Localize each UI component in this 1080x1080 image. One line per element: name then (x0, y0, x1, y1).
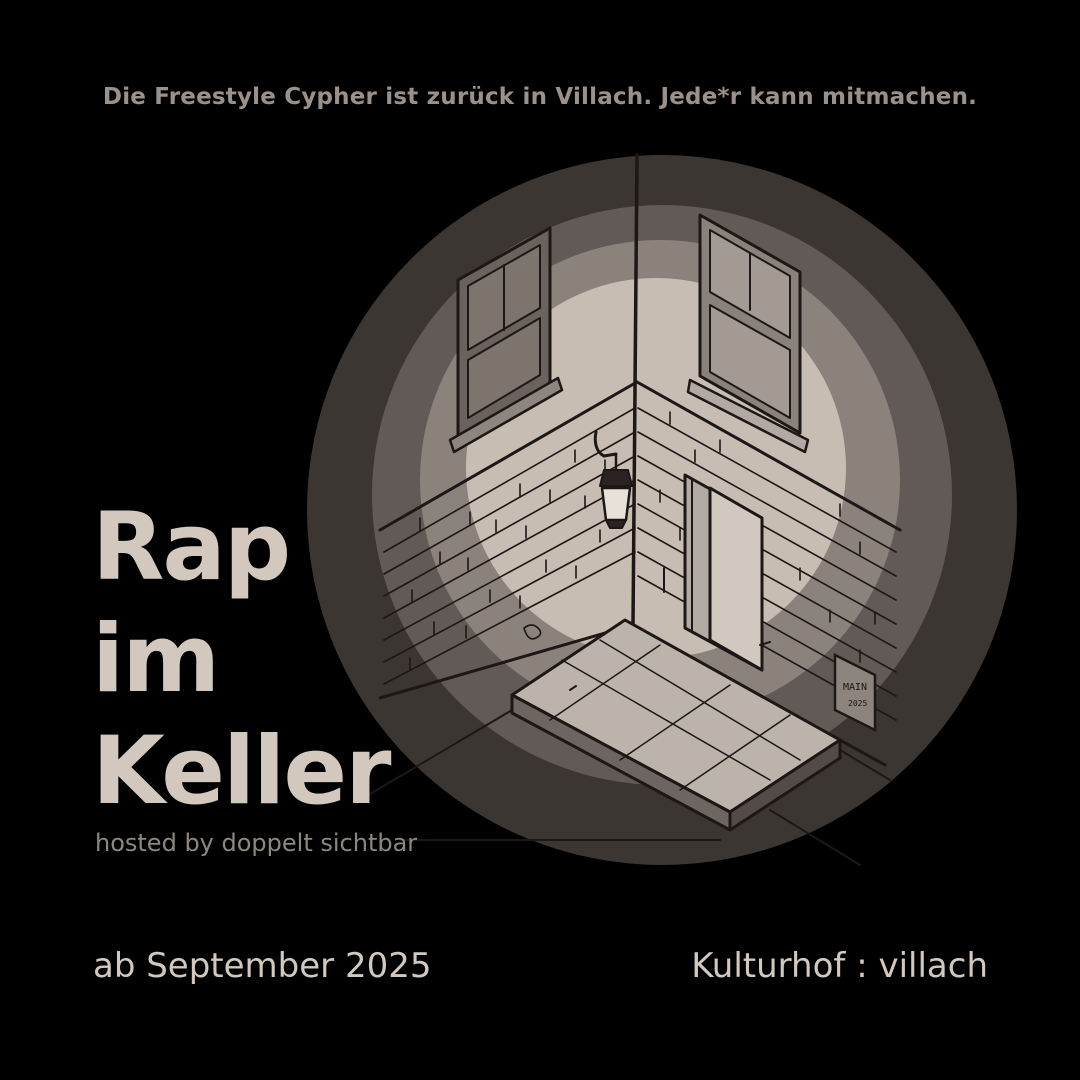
cellar-corner-illustration: MAIN 2025 (307, 153, 1017, 866)
sign-text-year: 2025 (848, 699, 867, 708)
title-line-im: im (92, 605, 220, 714)
title-line-keller: Keller (92, 717, 391, 826)
title-line-rap: Rap (92, 493, 291, 602)
event-venue: Kulturhof : villach (691, 946, 988, 986)
event-title: Rap im Keller (92, 492, 391, 828)
event-poster: Die Freestyle Cypher ist zurück in Villa… (0, 0, 1080, 1080)
hosted-by: hosted by doppelt sichtbar (95, 829, 418, 857)
sign-text-main: MAIN (843, 682, 867, 693)
tagline: Die Freestyle Cypher ist zurück in Villa… (102, 84, 978, 110)
event-date: ab September 2025 (93, 946, 432, 986)
